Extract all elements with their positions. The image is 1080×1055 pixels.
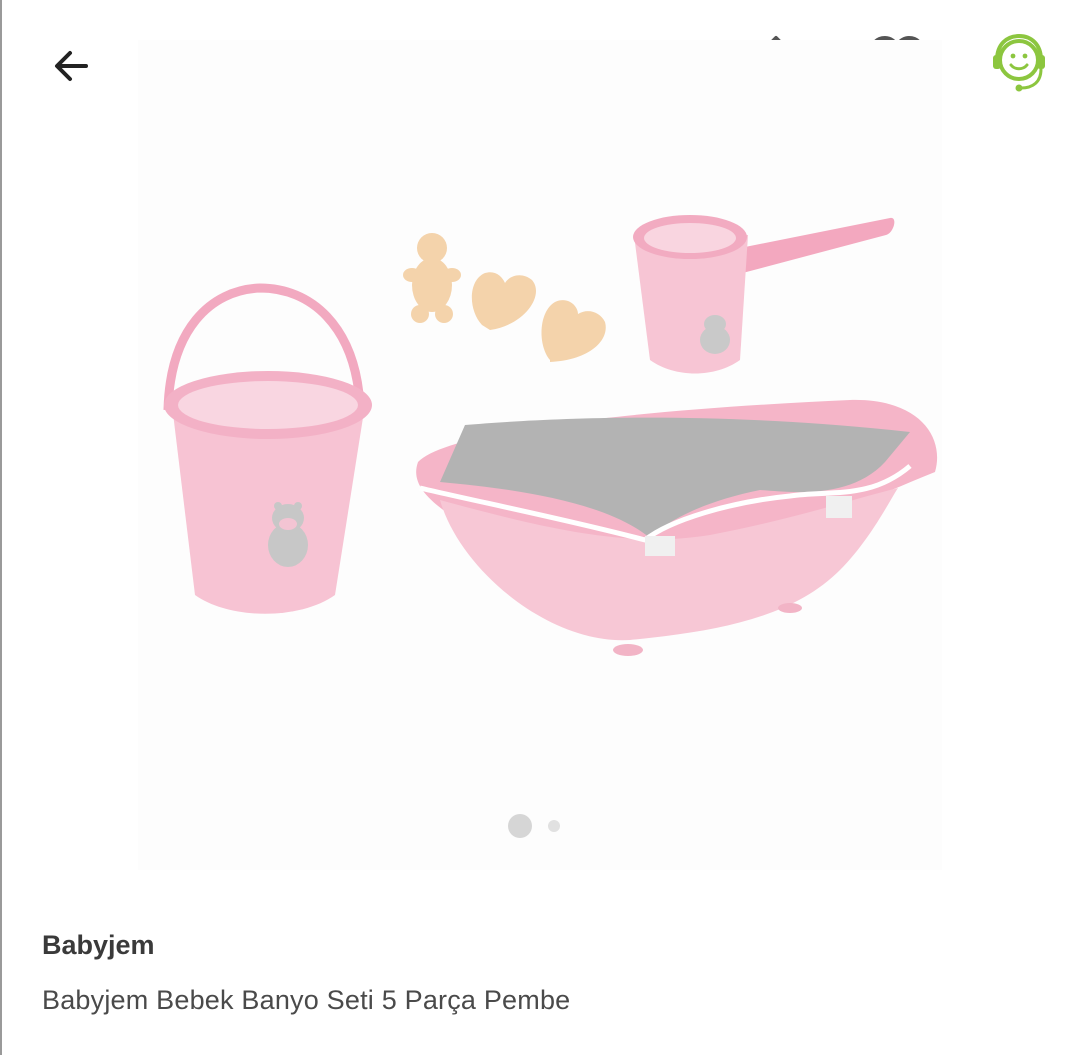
back-button[interactable] [40,36,104,96]
bathtub-illustration [416,399,938,656]
product-image[interactable] [150,200,950,670]
customer-support-button[interactable] [986,28,1052,98]
gallery-dot[interactable] [548,820,560,832]
product-brand[interactable]: Babyjem [42,930,155,961]
arrow-left-icon [55,51,88,81]
left-edge-divider [0,0,2,1055]
support-agent-icon [993,33,1045,92]
gallery-pagination [508,814,560,838]
gallery-dot-active[interactable] [508,814,532,838]
product-title: Babyjem Bebek Banyo Seti 5 Parça Pembe [42,985,571,1015]
bucket-illustration [163,283,372,614]
dipper-illustration [633,215,895,374]
sponges-illustration [403,233,606,362]
